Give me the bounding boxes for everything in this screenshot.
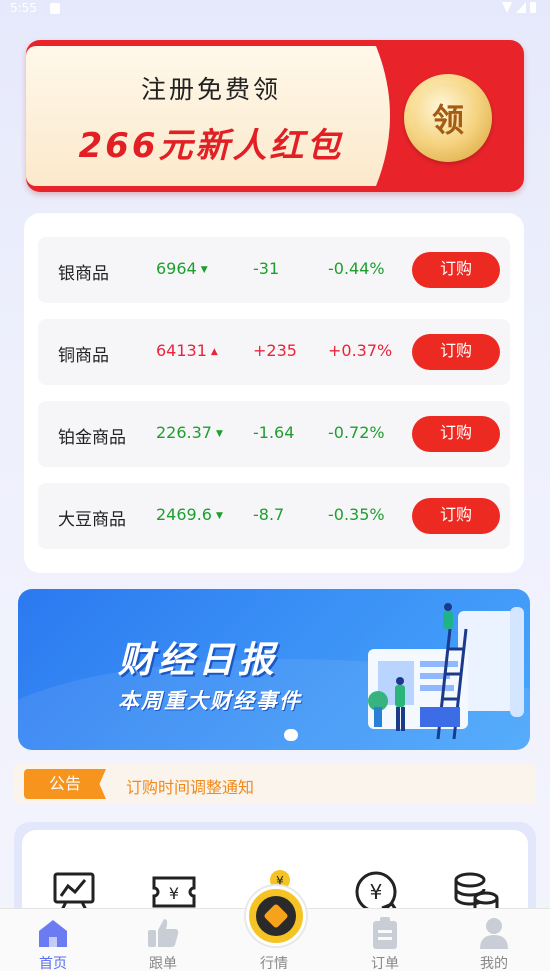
commodity-name: 铂金商品 [58, 428, 126, 448]
report-title: 财经日报 [118, 640, 279, 681]
claim-coin-button[interactable]: 领 [404, 74, 492, 162]
notice-text[interactable]: 订购时间调整通知 [126, 774, 254, 798]
notice-bar[interactable]: 公告 订购时间调整通知 [14, 764, 536, 804]
carousel-indicator[interactable] [284, 729, 298, 741]
order-button[interactable]: 订购 [412, 416, 500, 452]
commodity-name: 大豆商品 [58, 510, 126, 530]
battery-icon [530, 2, 536, 13]
nav-label: 订单 [371, 956, 399, 971]
market-coin-button[interactable] [246, 886, 306, 946]
market-row: 大豆商品 2469.6 ▼ -8.7 -0.35% 订购 [38, 483, 510, 549]
wifi-icon [502, 2, 512, 13]
home-icon [39, 920, 67, 947]
down-arrow-icon: ▼ [215, 511, 223, 521]
report-illustration [368, 603, 524, 740]
notification-icon [50, 3, 60, 14]
status-icons [502, 2, 536, 13]
user-icon [480, 918, 508, 949]
commodity-price: 64131 ▲ [156, 341, 218, 360]
svg-text:¥: ¥ [169, 884, 179, 903]
commodity-name: 铜商品 [58, 346, 109, 366]
market-row: 铂金商品 226.37 ▼ -1.64 -0.72% 订购 [38, 401, 510, 467]
nav-label: 行情 [260, 956, 288, 971]
order-button[interactable]: 订购 [412, 498, 500, 534]
nav-profile[interactable]: 我的 [454, 909, 534, 971]
nav-follow[interactable]: 跟单 [123, 909, 203, 971]
coin-icon [256, 896, 296, 936]
status-bar: 5:55 [0, 0, 550, 18]
promo-banner[interactable]: 注册免费领 266元新人红包 领 [26, 40, 524, 192]
notice-tag: 公告 [24, 769, 106, 799]
nav-label: 我的 [480, 956, 508, 971]
report-subtitle: 本周重大财经事件 [118, 689, 302, 713]
commodity-price: 6964 ▼ [156, 259, 208, 278]
commodity-percent: +0.37% [328, 341, 393, 360]
nav-label: 跟单 [149, 956, 177, 971]
commodity-change: -1.64 [253, 423, 295, 442]
commodity-change: -8.7 [253, 505, 285, 524]
market-card: 银商品 6964 ▼ -31 -0.44% 订购 铜商品 64131 ▲ +235 … [24, 213, 524, 573]
commodity-change: +235 [253, 341, 297, 360]
daily-report-banner[interactable]: 财经日报 本周重大财经事件 [18, 589, 530, 750]
svg-text:¥: ¥ [370, 880, 383, 904]
clipboard-icon [373, 917, 397, 949]
nav-orders[interactable]: 订单 [345, 909, 425, 971]
signal-icon [516, 2, 526, 13]
commodity-name: 银商品 [58, 264, 109, 284]
commodity-percent: -0.35% [328, 505, 385, 524]
nav-label: 首页 [39, 956, 67, 971]
thumbs-up-icon [148, 919, 179, 947]
order-button[interactable]: 订购 [412, 334, 500, 370]
status-time: 5:55 [10, 1, 37, 15]
commodity-percent: -0.72% [328, 423, 385, 442]
commodity-percent: -0.44% [328, 259, 385, 278]
commodity-price: 2469.6 ▼ [156, 505, 223, 524]
down-arrow-icon: ▼ [200, 265, 208, 275]
commodity-price: 226.37 ▼ [156, 423, 223, 442]
claim-coin-label: 领 [413, 83, 483, 153]
order-button[interactable]: 订购 [412, 252, 500, 288]
up-arrow-icon: ▲ [210, 347, 218, 357]
market-row: 银商品 6964 ▼ -31 -0.44% 订购 [38, 237, 510, 303]
promo-line1: 注册免费领 [140, 75, 281, 104]
down-arrow-icon: ▼ [215, 429, 223, 439]
promo-line2: 266元新人红包 [78, 126, 344, 166]
market-row: 铜商品 64131 ▲ +235 +0.37% 订购 [38, 319, 510, 385]
nav-home[interactable]: 首页 [13, 909, 93, 971]
commodity-change: -31 [253, 259, 280, 278]
